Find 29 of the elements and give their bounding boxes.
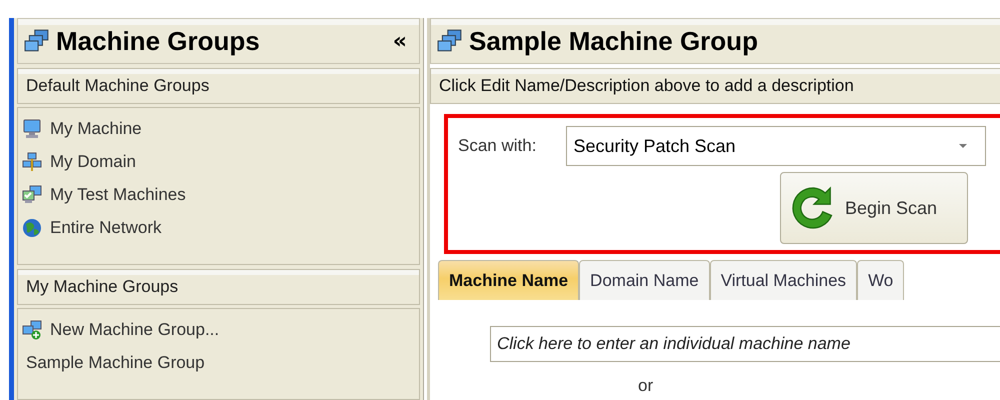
group-item[interactable]: My Test Machines xyxy=(50,185,186,205)
group-item[interactable]: New Machine Group... xyxy=(50,320,220,340)
globe-icon xyxy=(22,218,42,238)
computers-icon xyxy=(437,28,463,54)
monitor-icon xyxy=(22,119,42,139)
tab[interactable]: Machine Name xyxy=(438,260,580,300)
group-item[interactable]: Sample Machine Group xyxy=(26,353,205,373)
caret-icon xyxy=(959,144,968,148)
group-item[interactable]: Entire Network xyxy=(50,218,162,238)
network-computers-icon xyxy=(22,152,42,172)
group-item[interactable]: My Machine xyxy=(50,119,142,139)
scan-with-label: Scan with: xyxy=(458,136,536,156)
computers-icon xyxy=(24,28,50,54)
collapse-button[interactable]: « xyxy=(386,28,413,54)
section-title: My Machine Groups xyxy=(26,277,178,297)
section-title: Default Machine Groups xyxy=(26,76,210,96)
group-item[interactable]: My Domain xyxy=(50,152,136,172)
machine-name-field[interactable]: Click here to enter an individual machine name xyxy=(490,326,1000,362)
tab[interactable]: Wo xyxy=(857,260,904,300)
description-text: Click Edit Name/Description above to add a description xyxy=(439,76,854,96)
checked-computers-icon xyxy=(22,185,42,205)
scan-template-dropdown[interactable]: Security Patch Scan xyxy=(566,126,986,166)
add-computers-icon xyxy=(22,320,42,340)
begin-scan-button[interactable]: Begin Scan xyxy=(780,172,968,244)
or-text: or xyxy=(638,376,654,396)
tab[interactable]: Domain Name xyxy=(579,260,710,300)
panel-title: Machine Groups xyxy=(56,26,260,56)
group-title: Sample Machine Group xyxy=(469,26,758,56)
tab[interactable]: Virtual Machines xyxy=(710,260,858,300)
